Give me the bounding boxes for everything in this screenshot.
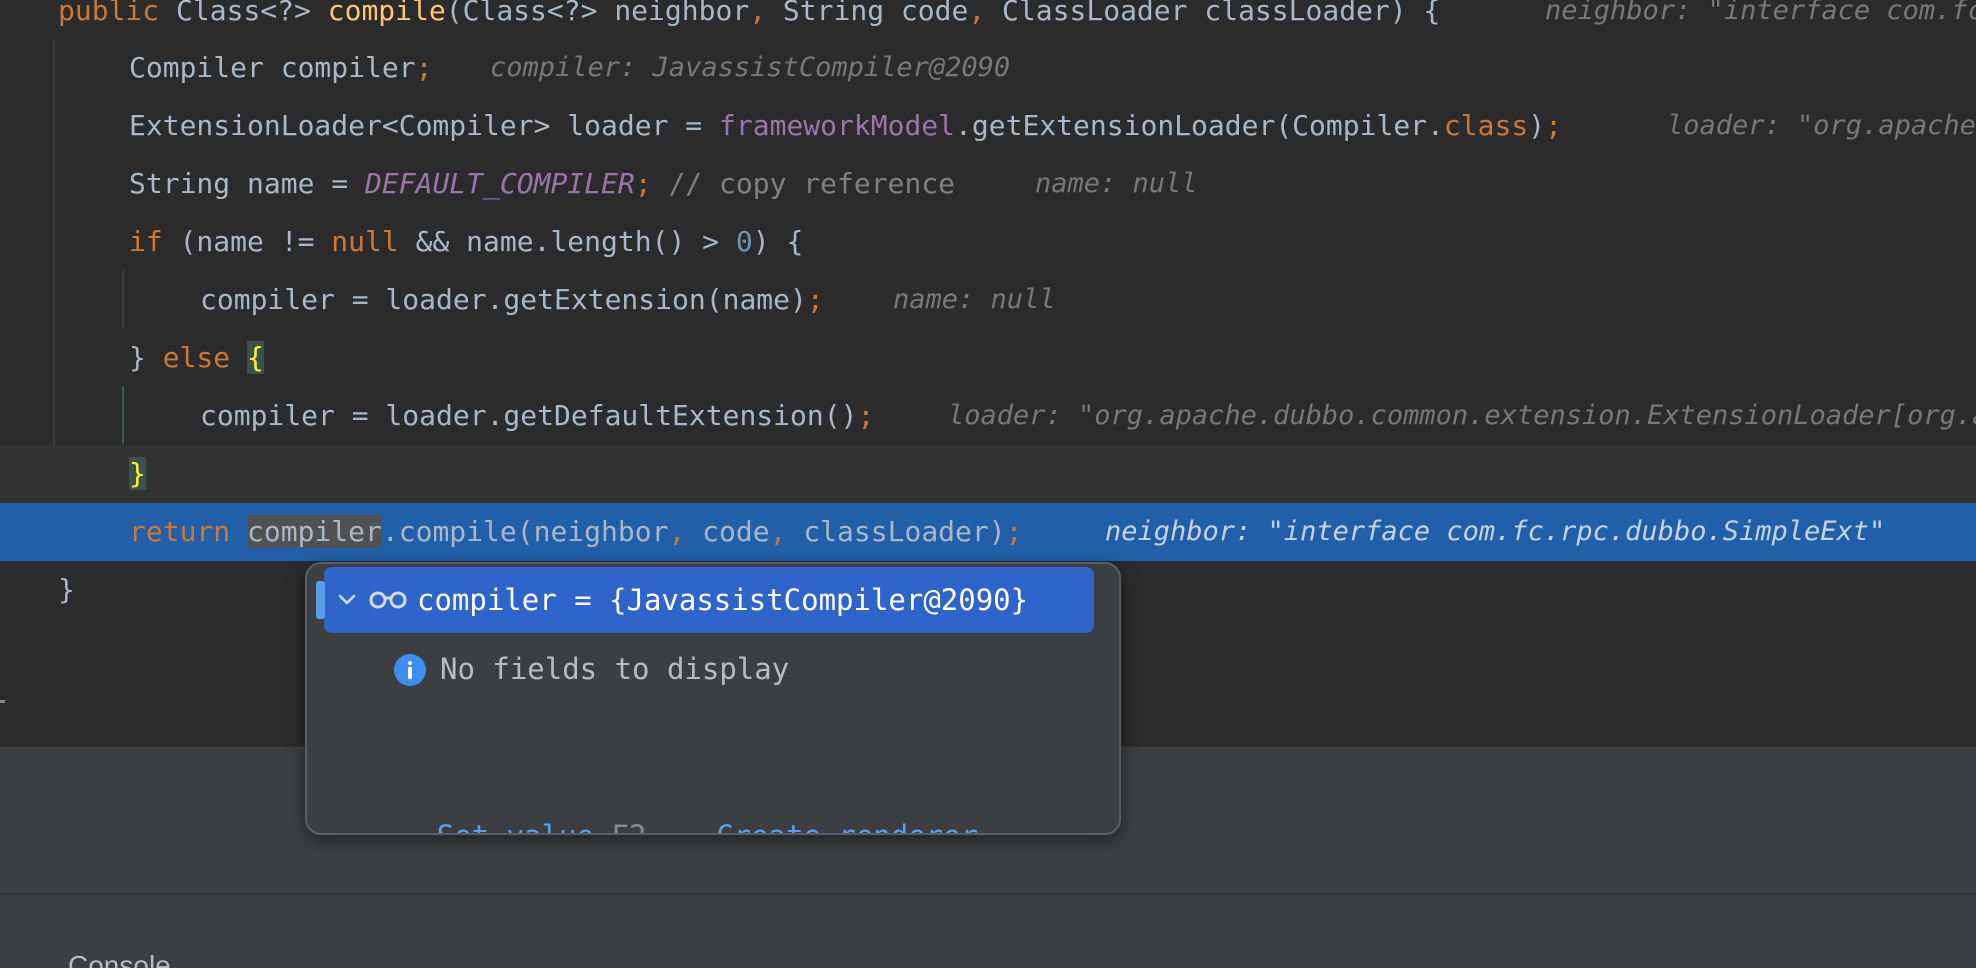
code-line[interactable]: if (name != null && name.length() > 0) { — [0, 213, 1976, 271]
code-line[interactable]: ExtensionLoader<Compiler> loader = frame… — [0, 97, 1976, 155]
hovered-variable[interactable]: compiler — [247, 515, 382, 548]
execution-line[interactable]: return compiler.compile(neighbor, code, … — [0, 503, 1976, 561]
code-line[interactable]: } else { — [0, 329, 1976, 387]
variable-tree-node[interactable]: compiler = {JavassistCompiler@2090} — [316, 567, 1094, 633]
code-line[interactable]: Compiler compiler; compiler: JavassistCo… — [0, 39, 1976, 97]
code-line[interactable]: String name = DEFAULT_COMPILER; // copy … — [0, 155, 1976, 213]
set-value-link[interactable]: Set value — [437, 819, 594, 833]
variable-value-label: compiler = {JavassistCompiler@2090} — [417, 583, 1029, 617]
value-inspector-popup[interactable]: compiler = {JavassistCompiler@2090} No f… — [305, 562, 1121, 835]
empty-fields-message: No fields to display — [394, 644, 789, 694]
code-line[interactable]: public Class<?> compile(Class<?> neighbo… — [0, 0, 1976, 40]
matched-brace: } — [129, 457, 146, 490]
scroll-indicator — [316, 581, 325, 619]
inline-value-hint: name: null — [1035, 168, 1198, 199]
popup-footer: Set value F2 Create renderer — [332, 776, 978, 833]
inline-value-hint: name: null — [893, 284, 1056, 315]
keyword-public: public — [58, 0, 160, 27]
code-line-current[interactable]: } — [0, 445, 1976, 503]
gutter-mark — [0, 700, 5, 703]
code-line[interactable]: compiler = loader.getExtension(name); na… — [0, 271, 1976, 329]
chevron-down-icon[interactable] — [336, 567, 358, 633]
glasses-icon — [369, 591, 407, 609]
info-icon — [394, 654, 426, 686]
inline-value-hint: loader: "org.apache.dubbo.common.extensi… — [948, 400, 1976, 431]
code-line[interactable]: compiler = loader.getDefaultExtension();… — [0, 387, 1976, 445]
inline-value-hint: neighbor: "interface com.fc.rpc.dubbo.Si… — [1545, 0, 1976, 26]
tool-window-bar — [0, 893, 1976, 968]
inline-value-hint: loader: "org.apache.dubbo.common.extensi… — [1667, 110, 1976, 141]
create-renderer-link[interactable]: Create renderer — [716, 819, 978, 833]
set-value-shortcut: F2 — [611, 819, 646, 833]
inline-value-hint: neighbor: "interface com.fc.rpc.dubbo.Si… — [1105, 516, 1886, 547]
console-tab[interactable]: Console — [68, 950, 171, 968]
inline-value-hint: compiler: JavassistCompiler@2090 — [490, 52, 1011, 83]
matched-brace: { — [247, 341, 264, 374]
method-name: compile — [327, 0, 446, 27]
